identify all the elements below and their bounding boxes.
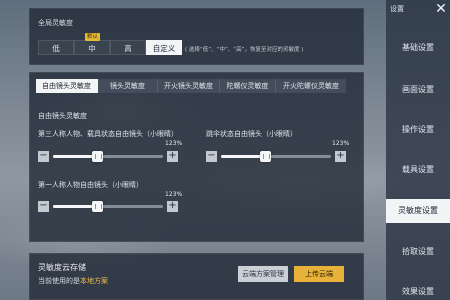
cloud-scheme-manage-button[interactable]: 云端方案管理 <box>238 266 288 282</box>
slider-label-parachute: 跳伞状态自由镜头（小眼睛） <box>206 130 297 138</box>
option-low-button[interactable]: 低 <box>38 40 74 55</box>
slider-value-third-person: 123% <box>165 140 183 147</box>
preset-hint: ( 选择“低”、“中”、“高”，恢复至对应的灵敏度 ) <box>185 47 304 53</box>
slider-decrease-button[interactable]: − <box>38 201 49 212</box>
tab-fire-camera[interactable]: 开火镜头灵敏度 <box>158 79 220 93</box>
sensitivity-tabs: 自由镜头灵敏度 镜头灵敏度 开火镜头灵敏度 陀螺仪灵敏度 开火陀螺仪灵敏度 <box>36 79 346 93</box>
slider-increase-button[interactable]: + <box>167 201 178 212</box>
slider-decrease-button[interactable]: − <box>206 151 217 162</box>
close-icon[interactable]: ✕ <box>434 2 448 16</box>
global-sensitivity-segmented: 低 默认 中 高 自定义 <box>38 33 182 55</box>
sidebar-item-sensitivity[interactable]: 灵敏度设置 <box>386 199 450 223</box>
global-sensitivity-panel: 全局灵敏度 低 默认 中 高 自定义 ( 选择“低”、“中”、“高”，恢复至对应… <box>29 8 364 65</box>
tab-free-look[interactable]: 自由镜头灵敏度 <box>36 79 98 93</box>
option-custom-button[interactable]: 自定义 <box>146 40 182 55</box>
slider-fill <box>53 155 97 158</box>
slider-track-parachute[interactable] <box>221 151 331 162</box>
tab-fire-gyroscope[interactable]: 开火陀螺仪灵敏度 <box>276 79 346 93</box>
sidebar-title: 设置 <box>390 5 404 13</box>
slider-thumb[interactable] <box>91 201 103 212</box>
sidebar-item-controls[interactable]: 操作设置 <box>386 118 450 142</box>
slider-thumb[interactable] <box>91 151 103 162</box>
cloud-storage-title: 灵敏度云存储 <box>38 263 86 272</box>
slider-fill <box>221 155 265 158</box>
slider-value-parachute: 123% <box>332 140 350 147</box>
option-high-button[interactable]: 高 <box>110 40 146 55</box>
sidebar-item-pickup[interactable]: 拾取设置 <box>386 240 450 264</box>
slider-label-first-person: 第一人称人物自由镜头（小眼睛） <box>38 181 143 189</box>
tab-gyroscope[interactable]: 陀螺仪灵敏度 <box>220 79 276 93</box>
option-high-label: 高 <box>124 44 132 53</box>
option-custom-label: 自定义 <box>152 44 176 53</box>
sidebar-item-vehicle[interactable]: 载具设置 <box>386 158 450 182</box>
tab-camera[interactable]: 镜头灵敏度 <box>98 79 158 93</box>
option-medium-button[interactable]: 默认 中 <box>74 33 110 55</box>
current-scheme-text: 当前使用的是本地方案 <box>38 276 108 286</box>
current-scheme-prefix: 当前使用的是 <box>38 277 80 285</box>
sidebar-item-basic[interactable]: 基础设置 <box>386 36 450 60</box>
slider-track-third-person[interactable] <box>53 151 163 162</box>
sidebar-item-effects[interactable]: 效果设置 <box>386 280 450 300</box>
sidebar-item-graphics[interactable]: 画面设置 <box>386 78 450 102</box>
settings-sidebar: 设置 ✕ 基础设置 画面设置 操作设置 载具设置 灵敏度设置 拾取设置 效果设置 <box>386 0 450 300</box>
cloud-storage-panel: 灵敏度云存储 当前使用的是本地方案 云端方案管理 上传云端 <box>29 253 364 300</box>
option-medium-label: 中 <box>88 44 96 53</box>
section-title: 自由镜头灵敏度 <box>38 112 87 120</box>
slider-decrease-button[interactable]: − <box>38 151 49 162</box>
option-low-label: 低 <box>52 44 60 53</box>
current-scheme-value: 本地方案 <box>80 277 108 285</box>
slider-increase-button[interactable]: + <box>167 151 178 162</box>
slider-fill <box>53 205 97 208</box>
slider-label-third-person: 第三人称人物、载具状态自由镜头（小眼睛） <box>38 130 178 138</box>
slider-increase-button[interactable]: + <box>335 151 346 162</box>
slider-value-first-person: 123% <box>165 191 183 198</box>
sensitivity-panel: 自由镜头灵敏度 镜头灵敏度 开火镜头灵敏度 陀螺仪灵敏度 开火陀螺仪灵敏度 自由… <box>29 72 364 242</box>
global-sensitivity-title: 全局灵敏度 <box>38 19 73 27</box>
slider-thumb[interactable] <box>259 151 271 162</box>
default-badge: 默认 <box>85 33 101 41</box>
slider-track-first-person[interactable] <box>53 201 163 212</box>
upload-cloud-button[interactable]: 上传云端 <box>294 266 344 282</box>
